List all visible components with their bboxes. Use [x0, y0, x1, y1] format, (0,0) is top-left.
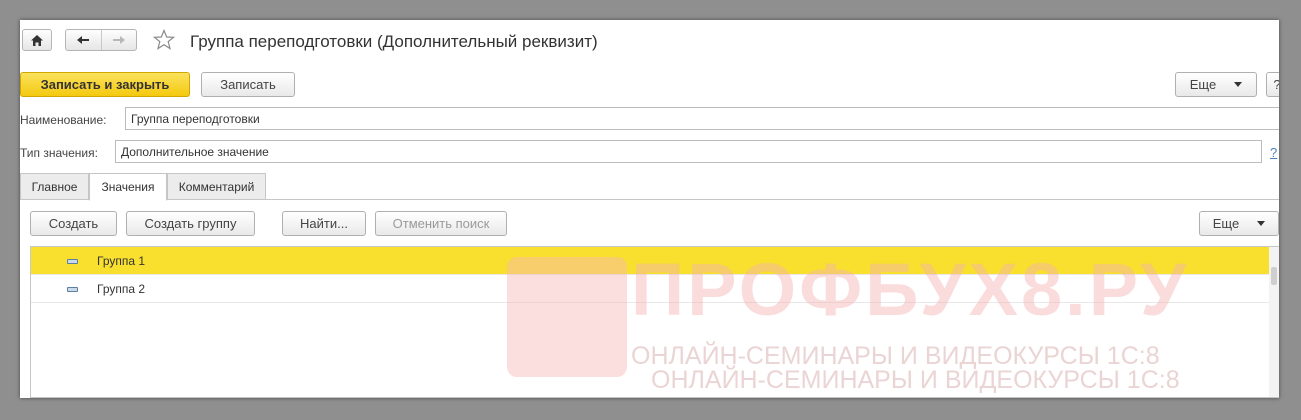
- create-group-button[interactable]: Создать группу: [126, 211, 255, 236]
- home-button[interactable]: [22, 29, 52, 51]
- form-window: Группа переподготовки (Дополнительный ре…: [20, 20, 1279, 398]
- forward-button[interactable]: [102, 30, 137, 50]
- back-button[interactable]: [66, 30, 101, 50]
- tab-values[interactable]: Значения: [89, 173, 167, 201]
- chevron-down-icon: [1257, 221, 1266, 226]
- list-more-button[interactable]: Еще: [1199, 211, 1279, 236]
- scrollbar-thumb[interactable]: [1271, 267, 1277, 285]
- type-help-link[interactable]: ?: [1270, 145, 1277, 160]
- find-button[interactable]: Найти...: [282, 211, 366, 236]
- list-item-label: Группа 2: [97, 282, 146, 296]
- values-list: Группа 1 Группа 2 ПРОФБУХ8.РУ ОНЛАЙН-СЕМ…: [30, 246, 1279, 398]
- watermark-tagline-shadow: ОНЛАЙН-СЕМИНАРЫ И ВИДЕОКУРСЫ 1С:8: [651, 366, 1180, 394]
- tab-comment[interactable]: Комментарий: [167, 173, 266, 200]
- name-input[interactable]: Группа переподготовки: [125, 107, 1279, 130]
- type-label: Тип значения:: [20, 146, 98, 160]
- type-input[interactable]: Дополнительное значение: [115, 140, 1262, 163]
- save-button[interactable]: Записать: [201, 72, 295, 97]
- title-bar: Группа переподготовки (Дополнительный ре…: [20, 20, 1279, 64]
- arrow-left-icon: [77, 36, 90, 44]
- watermark-brand: ПРОФБУХ8.РУ: [631, 248, 1190, 331]
- name-label: Наименование:: [20, 113, 107, 127]
- star-icon[interactable]: [152, 28, 176, 52]
- history-nav: [65, 29, 137, 51]
- list-more-label: Еще: [1212, 216, 1240, 231]
- watermark-logo: [507, 257, 627, 377]
- save-and-close-button[interactable]: Записать и закрыть: [20, 72, 190, 97]
- more-button[interactable]: Еще: [1175, 72, 1257, 97]
- group-item-icon: [67, 287, 78, 292]
- cancel-search-button[interactable]: Отменить поиск: [375, 211, 507, 236]
- tab-main[interactable]: Главное: [20, 173, 89, 200]
- more-label: Еще: [1189, 77, 1217, 92]
- page-title: Группа переподготовки (Дополнительный ре…: [190, 32, 598, 51]
- help-button[interactable]: ?: [1266, 72, 1279, 97]
- arrow-right-icon: [112, 36, 125, 44]
- home-icon: [31, 34, 43, 46]
- list-scrollbar[interactable]: [1269, 247, 1279, 397]
- group-item-icon: [67, 259, 78, 264]
- list-item-label: Группа 1: [97, 254, 146, 268]
- chevron-down-icon: [1234, 82, 1243, 87]
- create-button[interactable]: Создать: [30, 211, 117, 236]
